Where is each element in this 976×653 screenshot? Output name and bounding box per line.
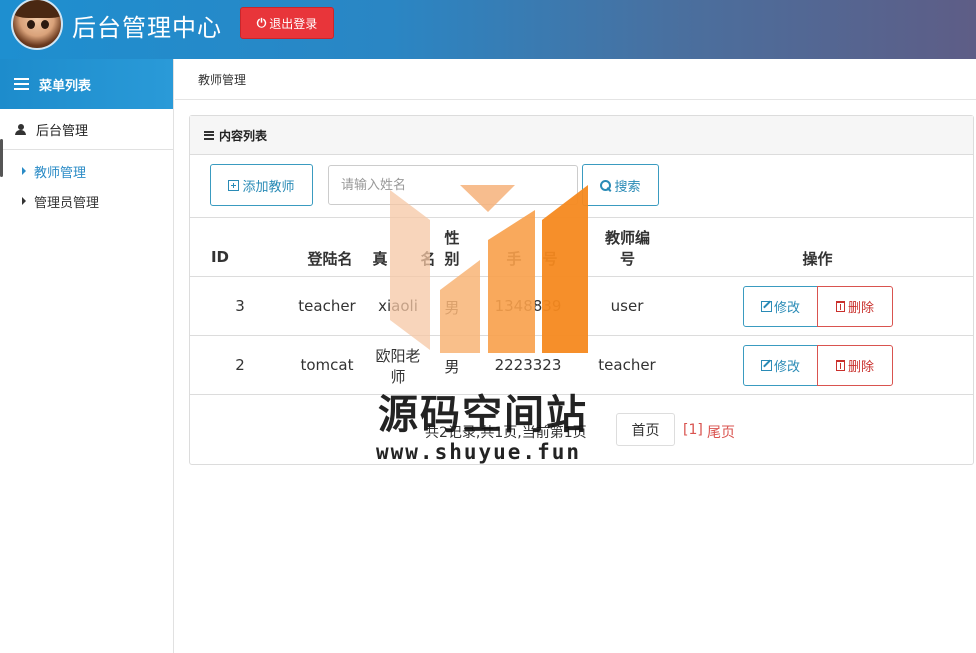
trash-icon — [835, 360, 845, 371]
cell-login: tomcat — [300, 356, 354, 374]
column-header-realname-part1: 真 — [372, 250, 388, 268]
cell-teacher-no: teacher — [598, 356, 656, 374]
column-header-login: 登陆名 — [307, 250, 353, 268]
column-header-id: ID — [210, 248, 230, 266]
app-title: 后台管理中心 — [72, 14, 222, 42]
column-header-gender-part2: 别 — [444, 250, 460, 268]
cell-phone: 2223323 — [494, 356, 562, 374]
logout-button[interactable]: ⏻ 退出登录 — [240, 7, 334, 39]
edit-button[interactable]: 修改 — [743, 286, 818, 327]
column-header-realname-part2: 名 — [420, 250, 436, 268]
edit-label: 修改 — [773, 301, 800, 316]
column-header-teacher-no-part1: 教师编 — [604, 229, 650, 247]
edit-label: 修改 — [773, 360, 800, 375]
delete-label: 删除 — [847, 301, 874, 316]
delete-label: 删除 — [847, 360, 874, 375]
plus-square-icon — [228, 179, 240, 191]
group-title: 后台管理 — [36, 123, 89, 139]
edit-button[interactable]: 修改 — [743, 345, 818, 386]
panel-header: 内容列表 — [190, 116, 973, 155]
delete-button[interactable]: 删除 — [817, 286, 893, 327]
current-page-link[interactable]: [1] — [683, 422, 703, 438]
search-input[interactable] — [328, 165, 578, 205]
cell-id: 3 — [235, 297, 245, 315]
list-icon — [14, 78, 29, 90]
divider — [190, 276, 973, 277]
sidebar-item-label: 教师管理 — [34, 165, 87, 181]
first-page-button[interactable]: 首页 — [616, 413, 675, 446]
breadcrumb-current: 教师管理 — [198, 72, 247, 87]
edit-icon — [760, 360, 772, 371]
menu-title: 菜单列表 — [39, 78, 92, 94]
top-header: 后台管理中心 ⏻ 退出登录 — [0, 0, 976, 59]
add-teacher-label: 添加教师 — [242, 179, 295, 195]
search-icon — [600, 179, 612, 191]
watermark-title: 源码空间站 — [378, 392, 588, 438]
column-header-teacher-no-part2: 号 — [619, 250, 635, 268]
breadcrumb: 教师管理 — [175, 59, 976, 100]
sidebar-item-admin-management[interactable]: 管理员管理 — [0, 186, 173, 216]
search-label: 搜索 — [614, 179, 641, 195]
cell-realname-line1: 欧阳老 — [375, 347, 421, 365]
sidebar-item-teacher-management[interactable]: 教师管理 — [0, 156, 173, 186]
column-header-gender-part1: 性 — [444, 229, 460, 247]
last-page-link[interactable]: 尾页 — [707, 422, 735, 442]
search-button[interactable]: 搜索 — [582, 164, 659, 206]
cell-phone: 1348839 — [494, 297, 562, 315]
cell-gender: 男 — [444, 358, 460, 376]
sidebar-scroll-indicator[interactable] — [0, 139, 3, 177]
column-header-ops: 操作 — [802, 250, 833, 268]
sidebar-group-admin[interactable]: 后台管理 — [0, 109, 173, 150]
cell-id: 2 — [235, 356, 245, 374]
logout-label: 退出登录 — [269, 16, 318, 31]
add-teacher-button[interactable]: 添加教师 — [210, 164, 313, 206]
power-icon: ⏻ — [256, 15, 267, 30]
edit-icon — [760, 301, 772, 312]
delete-button[interactable]: 删除 — [817, 345, 893, 386]
sidebar-menu-header: 菜单列表 — [0, 59, 173, 109]
user-icon — [15, 123, 26, 135]
caret-right-icon — [22, 167, 26, 175]
column-header-phone-part2: 号 — [542, 250, 558, 268]
column-header-phone-part1: 手 — [506, 250, 522, 268]
divider — [190, 217, 973, 218]
cell-gender: 男 — [444, 299, 460, 317]
cell-teacher-no: user — [610, 297, 644, 315]
sidebar-item-label: 管理员管理 — [34, 195, 100, 211]
cell-login: teacher — [298, 297, 356, 315]
avatar — [11, 0, 63, 50]
cell-realname: xiaoli — [378, 297, 418, 315]
panel-title: 内容列表 — [219, 128, 268, 143]
divider — [190, 335, 973, 336]
bars-icon — [204, 130, 214, 140]
sidebar: 菜单列表 后台管理 教师管理 管理员管理 — [0, 59, 174, 653]
trash-icon — [835, 301, 845, 312]
caret-right-icon — [22, 197, 26, 205]
watermark-url: www.shuyue.fun — [376, 440, 582, 464]
